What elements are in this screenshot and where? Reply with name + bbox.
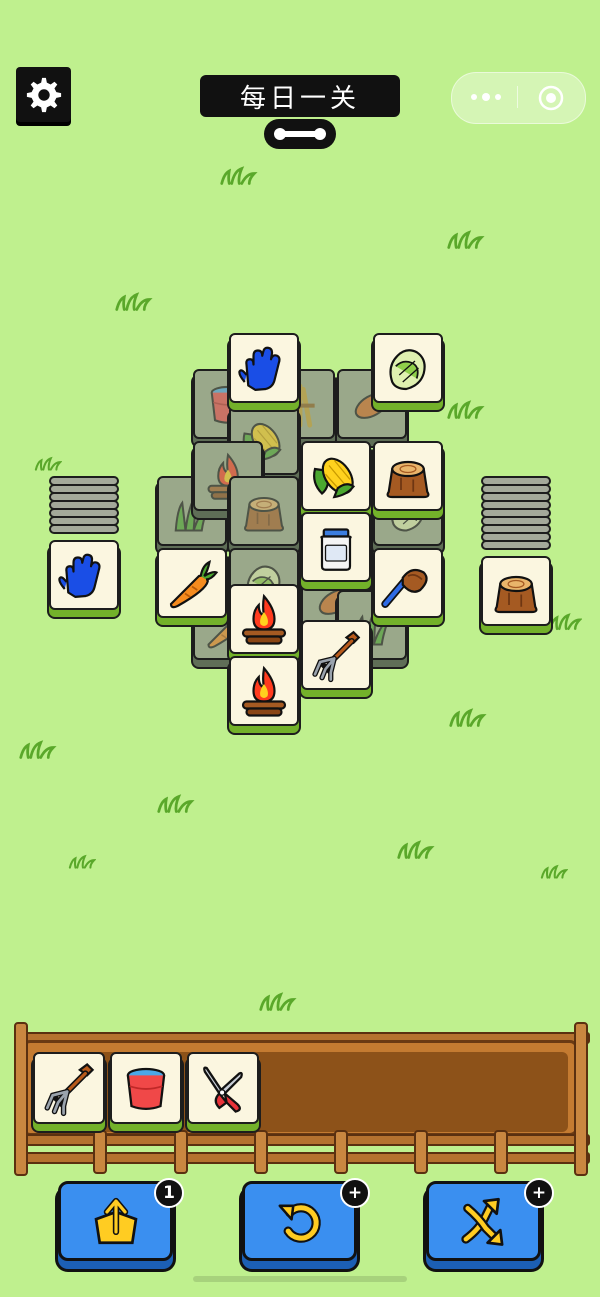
level-title: 每日一关 (200, 75, 400, 117)
fence-post (574, 1022, 588, 1176)
stump-icon (494, 575, 538, 614)
grass-decoration (19, 741, 55, 759)
glove-icon (238, 346, 281, 391)
board-tile[interactable] (373, 333, 443, 403)
move-out-icon (94, 1197, 137, 1245)
water-bucket-icon (126, 1067, 166, 1110)
grass-decoration (397, 841, 433, 859)
carrot-icon (169, 560, 218, 609)
pruning-shears-icon (203, 1066, 243, 1113)
side-stack-layer (481, 540, 551, 550)
board-tile[interactable] (301, 620, 371, 690)
grass-decoration (157, 795, 193, 813)
fence-post (254, 1130, 268, 1174)
close-miniprogram-icon[interactable] (537, 84, 565, 112)
side-stack-layer (49, 524, 119, 534)
grass-decoration (259, 993, 295, 1011)
grass-decoration (449, 709, 485, 727)
fence-post (494, 1130, 508, 1174)
fence-post (174, 1130, 188, 1174)
fence-post (334, 1130, 348, 1174)
board-tile (229, 476, 299, 546)
stump-icon (244, 496, 284, 532)
home-indicator (193, 1276, 407, 1282)
board-tile[interactable] (229, 584, 299, 654)
move-out-count: 1 (163, 1183, 175, 1203)
board-tile[interactable] (229, 333, 299, 403)
grass-decoration (68, 855, 96, 869)
gear-icon (26, 77, 61, 112)
more-menu-button[interactable] (466, 84, 506, 110)
move-out-count-badge: 1 (154, 1178, 184, 1208)
fence-post (14, 1022, 28, 1176)
capsule-divider (517, 86, 518, 108)
pitchfork-icon (40, 1059, 98, 1117)
grass-decoration (34, 457, 62, 471)
board-tile[interactable] (157, 548, 227, 618)
board-tile[interactable] (229, 656, 299, 726)
shuffle-badge-label: + (531, 1183, 547, 1203)
settings-button[interactable] (16, 67, 71, 122)
level-title-text: 每日一关 (239, 83, 360, 114)
side-stack-left-top-tile[interactable] (49, 540, 119, 610)
glove-icon (58, 553, 101, 598)
brush-icon (380, 555, 436, 611)
campfire-icon (241, 595, 287, 645)
grass-decoration (220, 167, 256, 185)
tray-slot-tile (110, 1052, 182, 1124)
undo-add-badge[interactable]: + (340, 1178, 370, 1208)
grass-decoration (549, 613, 581, 631)
progress-bar-icon (274, 128, 326, 140)
campfire-icon (241, 667, 287, 717)
undo-badge-label: + (347, 1183, 363, 1203)
board-tile[interactable] (373, 441, 443, 511)
pitchfork-icon (308, 627, 364, 683)
tray-slot-tile (33, 1052, 105, 1124)
shuffle-add-badge[interactable]: + (524, 1178, 554, 1208)
tray-slot-tile (187, 1052, 259, 1124)
milk-jar-icon (320, 528, 352, 571)
grass-decoration (540, 865, 568, 879)
corn-icon (313, 452, 360, 500)
fence-post (93, 1130, 107, 1174)
stump-icon (386, 460, 430, 499)
fence-post (414, 1130, 428, 1174)
board-tile[interactable] (301, 512, 371, 582)
grass-decoration (447, 231, 483, 249)
grass-decoration (447, 401, 483, 419)
shuffle-icon (460, 1197, 503, 1246)
side-stack-right-top-tile[interactable] (481, 556, 551, 626)
cabbage-icon (389, 349, 426, 391)
board-tile[interactable] (301, 441, 371, 511)
undo-icon (277, 1203, 321, 1243)
level-progress-indicator (264, 119, 336, 149)
grass-decoration (115, 293, 151, 311)
board-tile[interactable] (373, 548, 443, 618)
